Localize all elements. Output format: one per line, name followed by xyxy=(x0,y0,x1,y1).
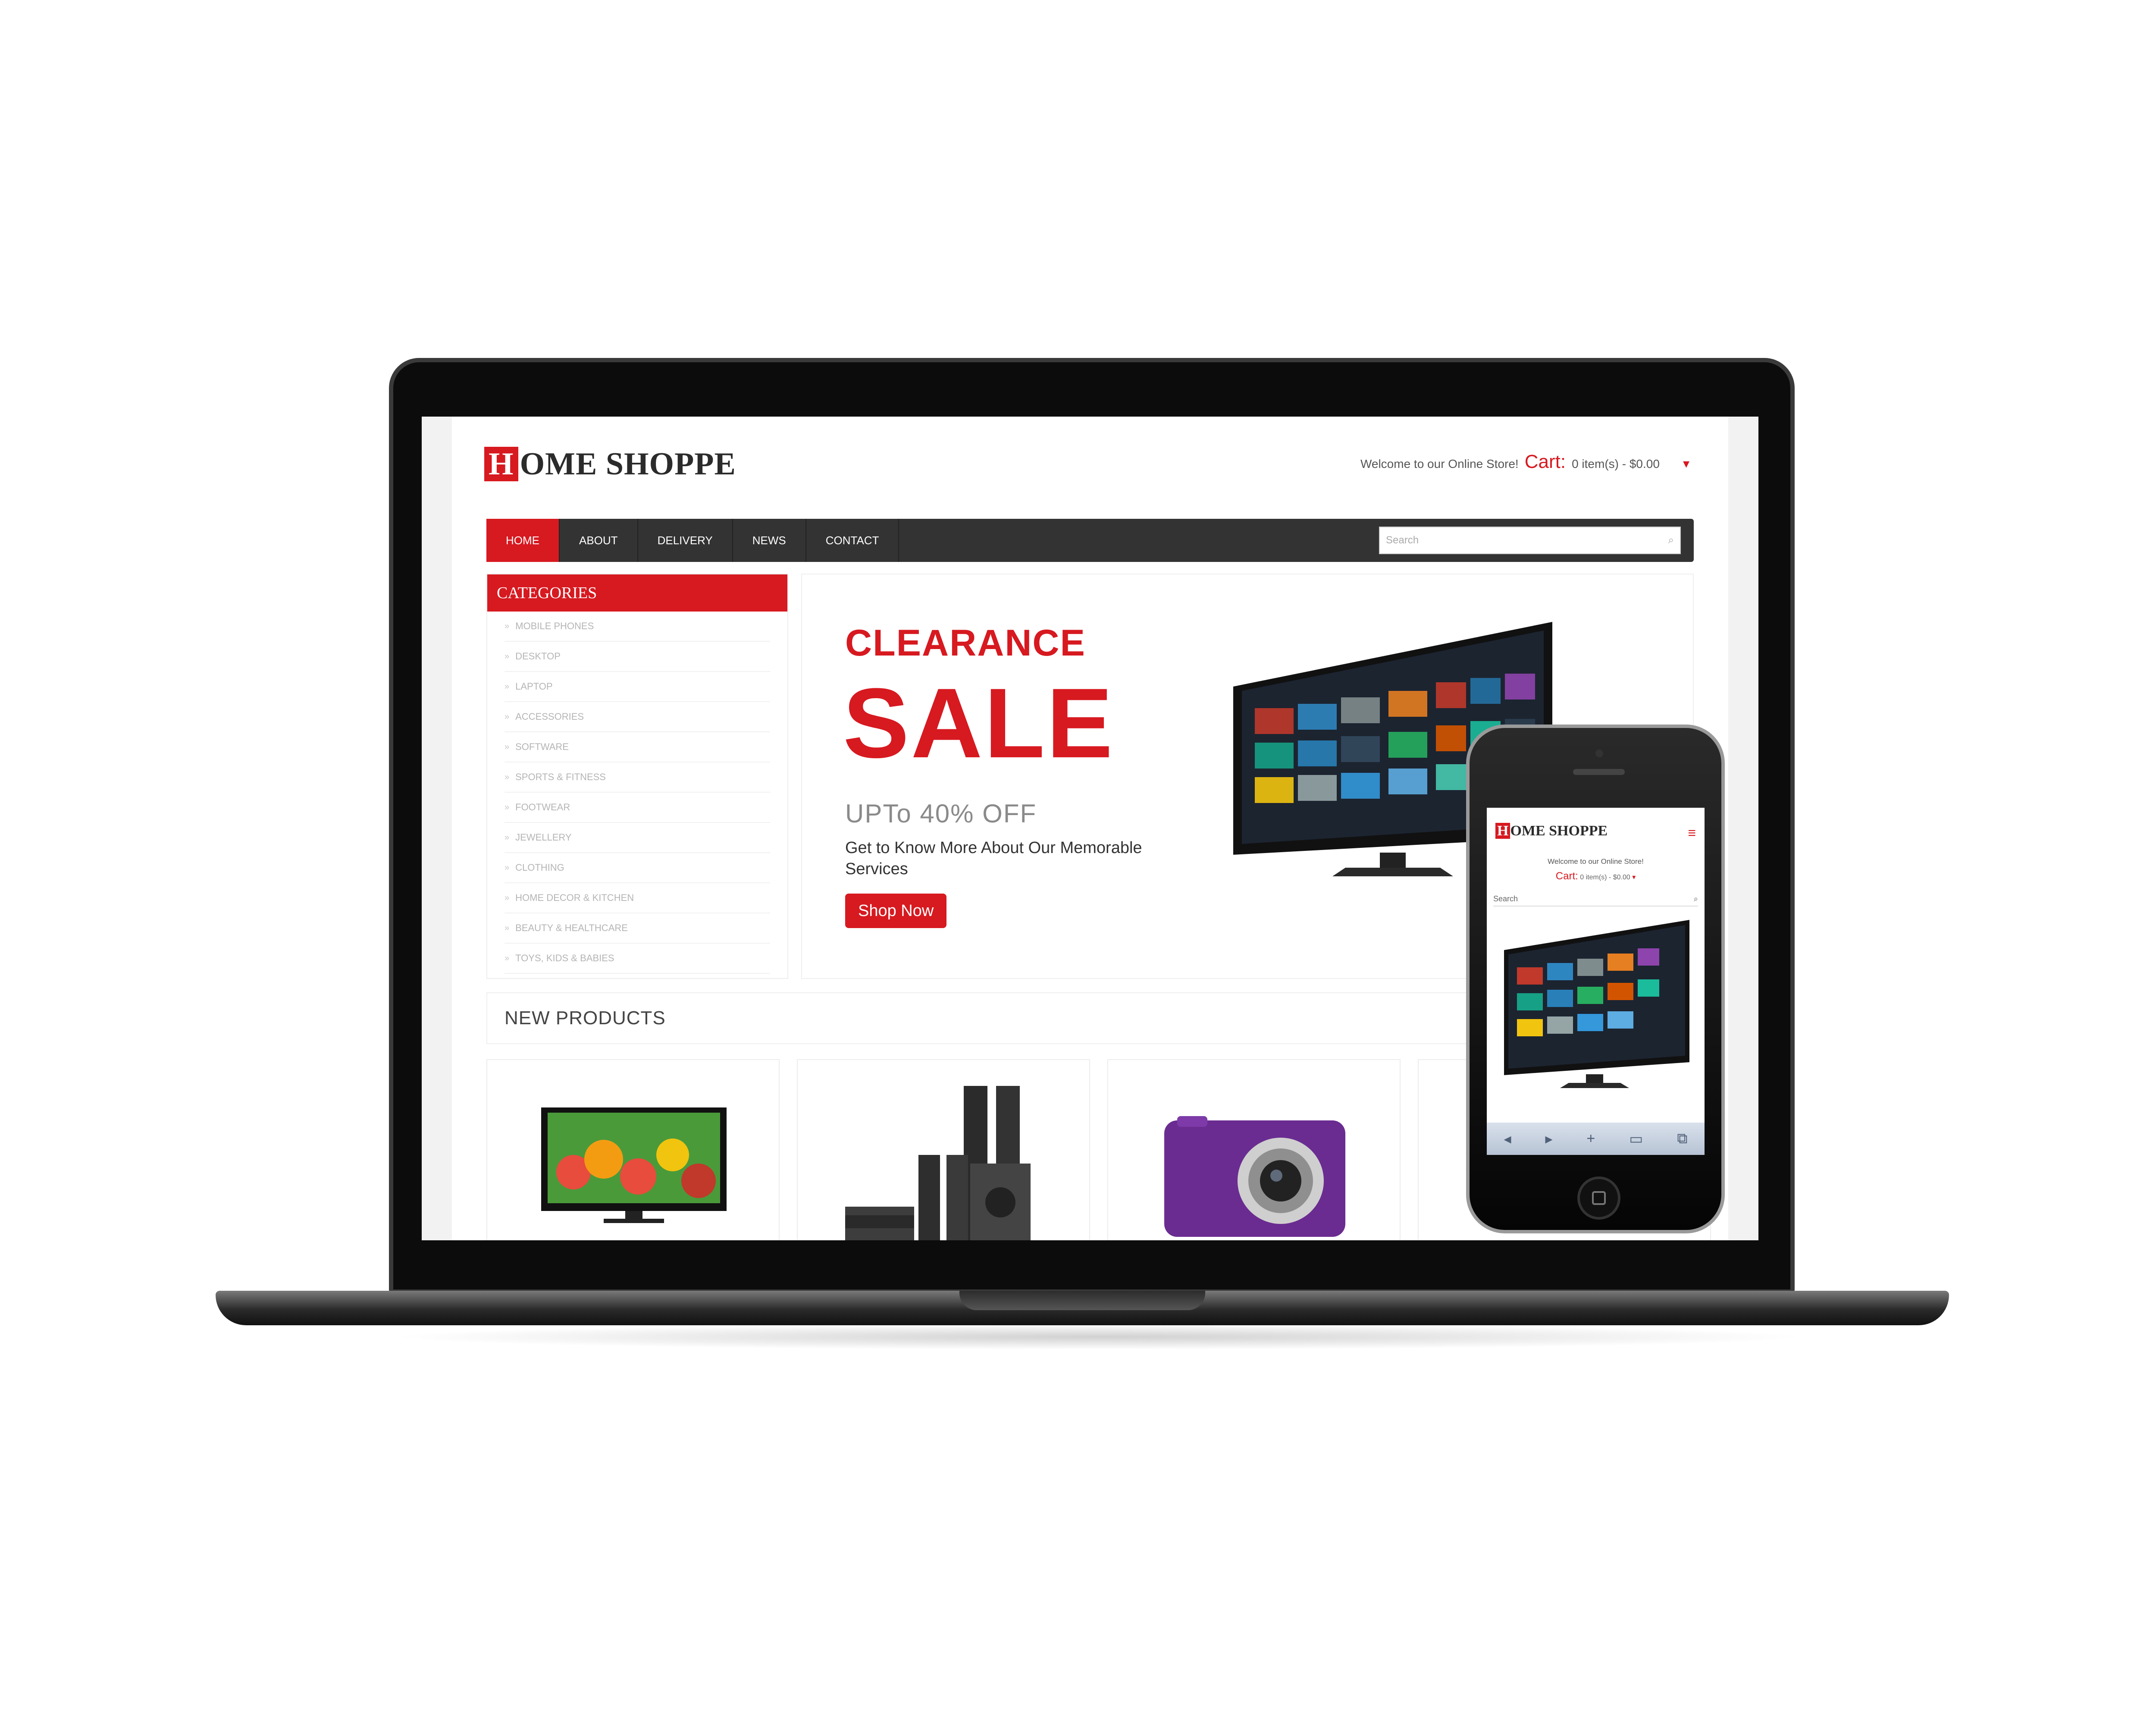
bullet-icon: » xyxy=(505,923,510,933)
browser-add-icon[interactable]: + xyxy=(1586,1130,1595,1147)
category-label: TOYS, KIDS & BABIES xyxy=(515,953,614,963)
product-tv-image xyxy=(541,1107,727,1223)
search-placeholder: Search xyxy=(1386,534,1419,546)
phone-home-button[interactable] xyxy=(1577,1176,1620,1220)
phone-screen: H OME SHOPPE ≡ Welcome to our Online Stor… xyxy=(1487,808,1705,1155)
category-footwear[interactable]: » FOOTWEAR xyxy=(505,793,770,823)
nav-delivery[interactable]: DELIVERY xyxy=(638,519,733,562)
category-jewellery[interactable]: » JEWELLERY xyxy=(505,823,770,853)
category-label: SPORTS & FITNESS xyxy=(515,772,606,782)
categories-panel: CATEGORIES » MOBILE PHONES » DESKTOP » LAPT… xyxy=(486,574,788,979)
laptop-notch xyxy=(959,1291,1205,1310)
phone-camera xyxy=(1595,750,1603,757)
bullet-icon: » xyxy=(505,832,510,842)
category-home-decor[interactable]: » HOME DECOR & KITCHEN xyxy=(505,883,770,913)
banner-clearance: CLEARANCE xyxy=(845,622,1086,664)
bullet-icon: » xyxy=(505,712,510,721)
category-toys[interactable]: » TOYS, KIDS & BABIES xyxy=(505,944,770,974)
phone-search-label: Search xyxy=(1493,894,1518,903)
bullet-icon: » xyxy=(505,742,510,752)
phone-search-input[interactable]: Search ⌕ xyxy=(1493,892,1698,907)
smartphone-device: H OME SHOPPE ≡ Welcome to our Online Stor… xyxy=(1466,725,1725,1233)
phone-logo-text: OME SHOPPE xyxy=(1510,823,1608,839)
product-card-camera[interactable] xyxy=(1107,1059,1401,1240)
banner-sale: SALE xyxy=(843,668,1115,778)
category-label: CLOTHING xyxy=(515,862,564,873)
nav-contact[interactable]: CONTACT xyxy=(806,519,899,562)
nav-home[interactable]: HOME xyxy=(486,519,560,562)
category-beauty[interactable]: » BEAUTY & HEALTHCARE xyxy=(505,913,770,944)
category-accessories[interactable]: » ACCESSORIES xyxy=(505,702,770,732)
home-square-icon xyxy=(1592,1191,1606,1205)
nav-news[interactable]: NEWS xyxy=(733,519,806,562)
category-laptop[interactable]: » LAPTOP xyxy=(505,672,770,702)
site-logo[interactable]: H OME SHOPPE xyxy=(484,446,736,482)
category-desktop[interactable]: » DESKTOP xyxy=(505,642,770,672)
category-label: JEWELLERY xyxy=(515,832,572,843)
welcome-text: Welcome to our Online Store! xyxy=(1360,457,1519,471)
phone-browser-toolbar: ◂ ▸ + ▭ ⧉ xyxy=(1487,1123,1705,1155)
category-label: BEAUTY & HEALTHCARE xyxy=(515,922,628,933)
laptop-shadow xyxy=(388,1324,1811,1350)
product-card-tv[interactable] xyxy=(486,1059,780,1240)
search-input[interactable]: Search ⌕ xyxy=(1379,527,1681,554)
phone-cart-label: Cart: xyxy=(1555,870,1578,882)
nav-about[interactable]: ABOUT xyxy=(560,519,638,562)
category-sports-fitness[interactable]: » SPORTS & FITNESS xyxy=(505,762,770,793)
product-camera-image xyxy=(1164,1116,1345,1237)
hamburger-menu-icon[interactable]: ≡ xyxy=(1688,825,1696,841)
banner-subtitle: Get to Know More About Our Memorable Ser… xyxy=(845,839,1142,878)
category-label: DESKTOP xyxy=(515,651,561,662)
category-label: LAPTOP xyxy=(515,681,553,692)
phone-welcome-text: Welcome to our Online Store! xyxy=(1548,857,1644,866)
category-mobile-phones[interactable]: » MOBILE PHONES xyxy=(505,612,770,642)
bullet-icon: » xyxy=(505,863,510,872)
bullet-icon: » xyxy=(505,893,510,903)
bullet-icon: » xyxy=(505,681,510,691)
browser-forward-icon[interactable]: ▸ xyxy=(1545,1130,1552,1148)
browser-bookmarks-icon[interactable]: ▭ xyxy=(1629,1130,1643,1148)
phone-site-logo[interactable]: H OME SHOPPE xyxy=(1495,823,1608,839)
category-label: FOOTWEAR xyxy=(515,802,570,812)
bullet-icon: » xyxy=(505,953,510,963)
category-label: HOME DECOR & KITCHEN xyxy=(515,892,634,903)
bullet-icon: » xyxy=(505,651,510,661)
phone-tv-image xyxy=(1504,920,1689,1088)
shop-now-button[interactable]: Shop Now xyxy=(845,894,947,928)
main-navbar: HOME ABOUT DELIVERY NEWS CONTACT Search … xyxy=(486,519,1694,562)
phone-logo-initial: H xyxy=(1495,823,1510,839)
product-speakers-image xyxy=(845,1086,1031,1240)
header-cart-area: Welcome to our Online Store! Cart: 0 ite… xyxy=(1360,451,1689,473)
cart-label[interactable]: Cart: xyxy=(1525,451,1566,473)
phone-cart-summary: 0 item(s) - $0.00 xyxy=(1580,874,1630,881)
phone-search-icon[interactable]: ⌕ xyxy=(1694,894,1698,903)
search-icon[interactable]: ⌕ xyxy=(1668,534,1674,546)
phone-cart-dropdown-icon[interactable]: ▾ xyxy=(1632,874,1636,881)
category-label: ACCESSORIES xyxy=(515,711,584,722)
browser-back-icon[interactable]: ◂ xyxy=(1504,1130,1511,1148)
cart-dropdown-icon[interactable]: ▾ xyxy=(1683,456,1689,471)
cart-summary[interactable]: 0 item(s) - $0.00 xyxy=(1572,457,1660,471)
phone-cart[interactable]: Cart: 0 item(s) - $0.00 ▾ xyxy=(1487,870,1705,882)
logo-initial: H xyxy=(484,447,518,481)
category-software[interactable]: » SOFTWARE xyxy=(505,732,770,762)
logo-text: OME SHOPPE xyxy=(520,446,736,482)
categories-list: » MOBILE PHONES » DESKTOP » LAPTOP » ACCESSO… xyxy=(487,612,787,974)
category-label: SOFTWARE xyxy=(515,741,569,752)
category-clothing[interactable]: » CLOTHING xyxy=(505,853,770,883)
phone-speaker xyxy=(1573,769,1625,775)
banner-discount: UPTo 40% OFF xyxy=(845,799,1037,828)
product-card-speakers[interactable] xyxy=(797,1059,1090,1240)
category-label: MOBILE PHONES xyxy=(515,621,594,631)
browser-tabs-icon[interactable]: ⧉ xyxy=(1677,1130,1687,1147)
categories-title: CATEGORIES xyxy=(487,574,787,612)
bullet-icon: » xyxy=(505,621,510,631)
bullet-icon: » xyxy=(505,802,510,812)
bullet-icon: » xyxy=(505,772,510,782)
